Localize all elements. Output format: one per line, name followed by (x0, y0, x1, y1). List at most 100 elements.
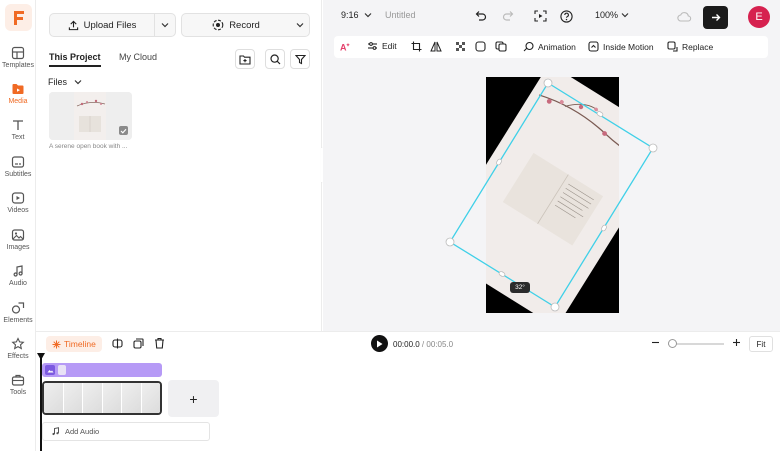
files-label: Files (48, 77, 68, 87)
nav-templates[interactable]: Templates (0, 46, 36, 69)
canvas-area: 9:16 Untitled 100% E A Edit Animation In… (323, 0, 780, 331)
minus-icon (652, 341, 659, 344)
subtitles-icon (11, 156, 25, 168)
record-options-dropdown[interactable] (290, 22, 309, 28)
logo-icon (13, 10, 24, 25)
timecode: 00:00.0 / 00:05.0 (393, 340, 453, 349)
nav-elements[interactable]: Elements (0, 301, 36, 324)
resize-handle-right[interactable] (648, 143, 658, 153)
fit-button[interactable]: Fit (749, 336, 773, 352)
clip-frame (63, 383, 83, 413)
check-icon (120, 128, 127, 134)
chevron-down-icon (74, 80, 81, 85)
duplicate-button[interactable] (133, 338, 144, 351)
folder-plus-icon (239, 54, 251, 65)
elements-icon (11, 302, 25, 314)
resize-handle-left[interactable] (445, 237, 455, 247)
nav-label: Subtitles (4, 171, 32, 178)
nav-videos[interactable]: Videos (0, 191, 36, 214)
nav-label: Effects (7, 353, 29, 360)
record-button[interactable]: Record (182, 19, 290, 31)
duplicate-icon (133, 338, 144, 349)
upload-files-group: Upload Files (49, 13, 176, 37)
nav-tools[interactable]: Tools (0, 373, 36, 396)
nav-label: Videos (7, 207, 29, 214)
add-audio-label: Add Audio (65, 427, 100, 436)
upload-files-button[interactable]: Upload Files (50, 20, 154, 31)
play-icon (377, 340, 383, 347)
add-audio-button[interactable]: Add Audio (42, 422, 210, 441)
nav-label: Audio (9, 280, 27, 287)
zoom-out-button[interactable] (651, 338, 660, 349)
nav-label: Images (6, 244, 30, 251)
audio-icon (13, 265, 23, 277)
nav-label: Templates (2, 62, 34, 69)
image-clip-icon (45, 365, 55, 375)
split-button[interactable] (112, 338, 123, 351)
timeline-label: Timeline (64, 339, 96, 349)
image-icon (47, 370, 53, 373)
upload-options-dropdown[interactable] (155, 22, 175, 28)
clip-frame (122, 383, 142, 413)
search-icon (269, 53, 280, 64)
media-panel: Upload Files Record This Project My Clou… (36, 0, 322, 331)
timeline-panel: Timeline 00:00.0 / 00:05.0 Fit + Add Aud… (36, 331, 780, 451)
clip-frame (83, 383, 103, 413)
trash-icon (155, 337, 164, 349)
split-icon (112, 338, 123, 349)
clip-frame (141, 383, 160, 413)
overlay-track-clip[interactable] (42, 363, 162, 377)
chevron-down-icon (296, 23, 303, 28)
nav-text[interactable]: Text (0, 118, 36, 141)
videos-icon (11, 192, 25, 204)
nav-label: Text (11, 134, 25, 141)
effects-icon (11, 337, 25, 350)
nav-images[interactable]: Images (0, 228, 36, 251)
clip-frame (102, 383, 122, 413)
tab-my-cloud[interactable]: My Cloud (119, 52, 157, 65)
nav-label: Tools (9, 389, 27, 396)
nav-effects[interactable]: Effects (0, 337, 36, 360)
rotation-badge: 32° (510, 282, 530, 293)
app-logo[interactable] (5, 4, 32, 31)
filter-icon (294, 54, 306, 64)
left-nav-rail: Templates Media Text Subtitles Videos Im… (0, 0, 36, 451)
zoom-in-button[interactable] (732, 338, 741, 349)
record-label: Record (229, 19, 260, 31)
nav-audio[interactable]: Audio (0, 264, 36, 287)
resize-handle-bottom[interactable] (550, 302, 560, 312)
video-track-clip[interactable] (42, 381, 162, 415)
tools-icon (11, 374, 25, 386)
record-icon (212, 19, 224, 31)
upload-files-label: Upload Files (83, 19, 137, 31)
timeline-toggle[interactable]: Timeline (46, 336, 102, 352)
clip-thumbnail (58, 365, 66, 375)
resize-handle-top[interactable] (543, 78, 553, 88)
nav-subtitles[interactable]: Subtitles (0, 155, 36, 178)
current-time: 00:00.0 (393, 340, 420, 349)
upload-icon (68, 20, 78, 30)
filter-button[interactable] (290, 49, 310, 69)
timeline-icon (52, 340, 61, 348)
delete-button[interactable] (154, 337, 165, 351)
add-clip-button[interactable]: + (168, 380, 219, 417)
play-button[interactable] (371, 335, 388, 352)
templates-icon (11, 46, 25, 60)
new-folder-button[interactable] (235, 49, 255, 69)
selected-checkbox[interactable] (119, 126, 128, 135)
search-button[interactable] (265, 49, 285, 69)
timeline-zoom-knob[interactable] (668, 339, 677, 348)
total-time: 00:05.0 (426, 340, 454, 349)
selection-frame[interactable] (323, 0, 780, 331)
media-caption: A serene open book with ... (49, 143, 128, 150)
media-icon (12, 84, 24, 94)
nav-label: Media (8, 98, 28, 105)
nav-media[interactable]: Media (0, 82, 36, 105)
music-note-icon (52, 427, 59, 436)
tab-this-project[interactable]: This Project (49, 52, 101, 67)
nav-label: Elements (3, 317, 33, 324)
images-icon (11, 229, 25, 241)
files-section-toggle[interactable]: Files (48, 77, 82, 87)
clip-frame (44, 383, 64, 413)
media-thumbnail[interactable] (49, 92, 132, 140)
